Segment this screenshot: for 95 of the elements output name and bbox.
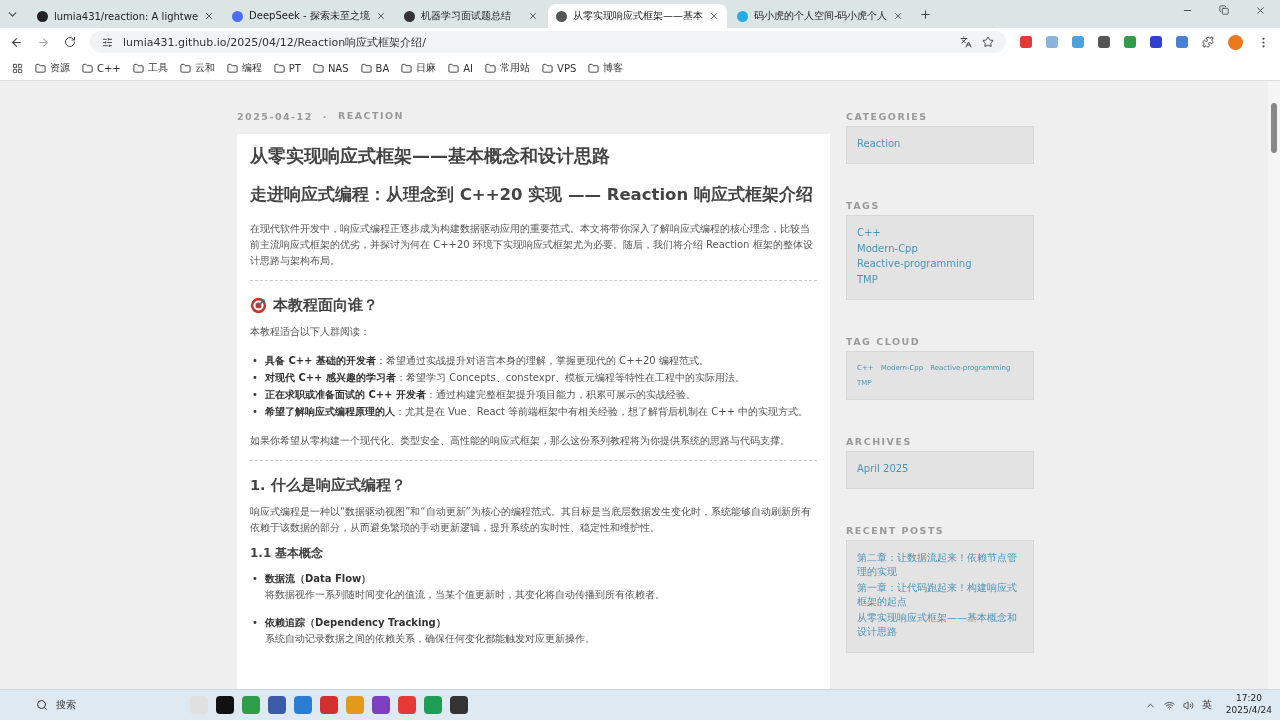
target-icon	[250, 296, 267, 314]
bullet: •	[252, 353, 258, 368]
bookmark-link[interactable]: BA	[375, 62, 390, 74]
reload-icon[interactable]	[64, 36, 76, 48]
term-description: 将数据视作一系列随时间变化的值流，当某个值更新时，其变化将自动传播到所有依赖者。	[264, 587, 665, 602]
paragraph: 如果你希望从零构建一个现代化、类型安全、高性能的响应式框架，那么这份系列教程将为你提供系统的思路与代码支撑。	[250, 433, 791, 448]
close-icon[interactable]	[527, 11, 538, 21]
bookmark-link[interactable]: 云和	[194, 61, 215, 75]
folder-icon[interactable]	[542, 62, 554, 74]
separator: ·	[322, 111, 328, 122]
wifi-icon[interactable]	[1163, 699, 1175, 711]
folder-icon[interactable]	[485, 62, 497, 74]
list-item: 希望了解响应式编程原理的人：尤其是在 Vue、React 等前端框架中有相关经验，想了解背后机制在 C++ 中的实现方式。	[264, 404, 809, 419]
address-bar[interactable]: lumia431.github.io/2025/04/12/Reaction响应式框架介绍/	[90, 31, 1006, 53]
restore-icon[interactable]	[1219, 4, 1229, 16]
close-icon[interactable]	[708, 11, 719, 21]
bookmark-link[interactable]: 常用站	[500, 61, 531, 75]
bullet: •	[252, 370, 258, 385]
folder-icon[interactable]	[35, 62, 46, 74]
close-icon[interactable]	[1255, 4, 1266, 16]
search-field[interactable]: 搜索	[30, 695, 182, 715]
paragraph: 在现代软件开发中，响应式编程正逐步成为构建数据驱动应用的重要范式。本文将带你深入了解响应式编程的核心理念，比较当前主流响应式框架的优劣，并探讨为何在 C++20 环境下实现响应式框架尤为必要。随后，我们将介绍 Reaction 框架的整体设计思路与架构布局。	[250, 221, 814, 268]
close-icon[interactable]	[375, 11, 386, 21]
folder-icon[interactable]	[312, 62, 324, 74]
folder-icon[interactable]	[82, 62, 93, 74]
bookmark-link[interactable]: AI	[463, 62, 474, 74]
bookmark-link[interactable]: C++	[97, 62, 121, 74]
folder-icon[interactable]	[401, 62, 413, 74]
term: 依赖追踪（Dependency Tracking）	[264, 615, 447, 630]
term: 数据流（Data Flow）	[264, 571, 373, 586]
scrollbar-thumb[interactable]	[1271, 103, 1277, 153]
extension-icon[interactable]	[1098, 36, 1110, 48]
widget-heading: TAGS	[846, 200, 881, 214]
volume-icon[interactable]	[1182, 699, 1194, 711]
bookmark-link[interactable]: NAS	[327, 62, 349, 74]
section-heading: 1. 什么是响应式编程？	[250, 475, 406, 495]
new-tab-button[interactable]	[919, 7, 933, 21]
folder-icon[interactable]	[226, 62, 238, 74]
browser-tab[interactable]: 机器学习面试题总结	[395, 4, 546, 28]
folder-icon[interactable]	[588, 62, 600, 74]
close-icon[interactable]	[204, 11, 215, 21]
avatar[interactable]	[1228, 34, 1243, 50]
clock[interactable]: 17:20 2025/4/24	[1219, 693, 1272, 717]
app-icon[interactable]	[216, 696, 234, 714]
folder-icon[interactable]	[132, 62, 144, 74]
app-icon[interactable]	[450, 696, 468, 714]
star-icon[interactable]	[982, 36, 994, 48]
bookmark-link[interactable]: 资源	[50, 61, 70, 75]
bullet: •	[252, 404, 258, 419]
bookmark-link[interactable]: 日麻	[416, 61, 437, 75]
browser-tab[interactable]: lumia431/reaction: A lightwe	[29, 4, 223, 28]
paragraph: 本教程适合以下人群阅读：	[250, 324, 371, 339]
browser-tab[interactable]: 从零实现响应式框架——基本	[547, 4, 727, 28]
post-subtitle: 走进响应式编程：从理念到 C++20 实现 —— Reaction 响应式框架介绍	[250, 185, 814, 206]
app-icon[interactable]	[372, 696, 390, 714]
apps-icon[interactable]	[12, 62, 23, 74]
bookmark-link[interactable]: 博客	[603, 61, 624, 75]
widget-heading: ARCHIVES	[846, 435, 913, 449]
folder-icon[interactable]	[273, 62, 285, 74]
bullet: •	[252, 571, 258, 586]
bullet: •	[252, 387, 258, 402]
browser-tab[interactable]: DeepSeek - 探索未至之境	[224, 4, 394, 28]
browser-tab[interactable]: 码小虎的个人空间-码小虎个人	[728, 4, 912, 28]
back-icon[interactable]	[10, 35, 23, 49]
widget-heading: CATEGORIES	[846, 111, 929, 124]
list-item: 对现代 C++ 感兴趣的学习者：希望学习 Concepts、constexpr、模板元编程等特性在工程中的实际用法。	[264, 370, 746, 385]
post-date: 2025-04-12	[237, 111, 313, 122]
bookmark-link[interactable]: PT	[288, 62, 301, 74]
bookmark-link[interactable]: 编程	[241, 61, 262, 75]
term-description: 系统自动记录数据之间的依赖关系，确保任何变化都能触发对应更新操作。	[264, 631, 595, 646]
app-icon[interactable]	[268, 696, 286, 714]
input-method[interactable]: 英	[1201, 698, 1212, 712]
bullet: •	[252, 615, 258, 630]
close-icon[interactable]	[893, 11, 904, 21]
section-heading: 本教程面向谁？	[273, 295, 378, 315]
list-item: 具备 C++ 基础的开发者：希望通过实战提升对语言本身的理解，掌握更现代的 C++20 编程范式。	[264, 353, 709, 368]
extension-icon[interactable]	[1124, 36, 1136, 48]
list-item: 正在求职或准备面试的 C++ 开发者：通过构建完整框架提升项目能力，积累可展示的实战经验。	[264, 387, 696, 402]
subsection-heading: 1.1 基本概念	[250, 544, 325, 562]
folder-icon[interactable]	[448, 62, 460, 74]
extension-icon[interactable]	[1150, 36, 1162, 48]
bookmark-link[interactable]: 工具	[147, 61, 168, 75]
folder-icon[interactable]	[179, 62, 191, 74]
paragraph: 响应式编程是一种以“数据驱动视图”和“自动更新”为核心的编程范式。其目标是当底层数据发生变化时，系统能够自动刷新所有依赖于该数据的部分，从而避免繁琐的手动更新逻辑，提升系统的实时性、稳定性和维护性。	[250, 504, 812, 535]
extension-icon[interactable]	[1020, 36, 1032, 48]
search-icon	[36, 699, 48, 711]
extension-icon[interactable]	[1176, 36, 1188, 48]
scrollbar[interactable]	[1268, 81, 1280, 689]
puzzle-icon[interactable]	[1202, 36, 1214, 48]
folder-icon[interactable]	[360, 62, 372, 74]
widget-heading: TAG CLOUD	[846, 336, 922, 350]
post-title: 从零实现响应式框架——基本概念和设计思路	[250, 144, 611, 168]
translate-icon[interactable]	[960, 36, 972, 48]
bookmark-link[interactable]: VPS	[557, 62, 577, 74]
widget-heading: RECENT POSTS	[846, 525, 946, 539]
